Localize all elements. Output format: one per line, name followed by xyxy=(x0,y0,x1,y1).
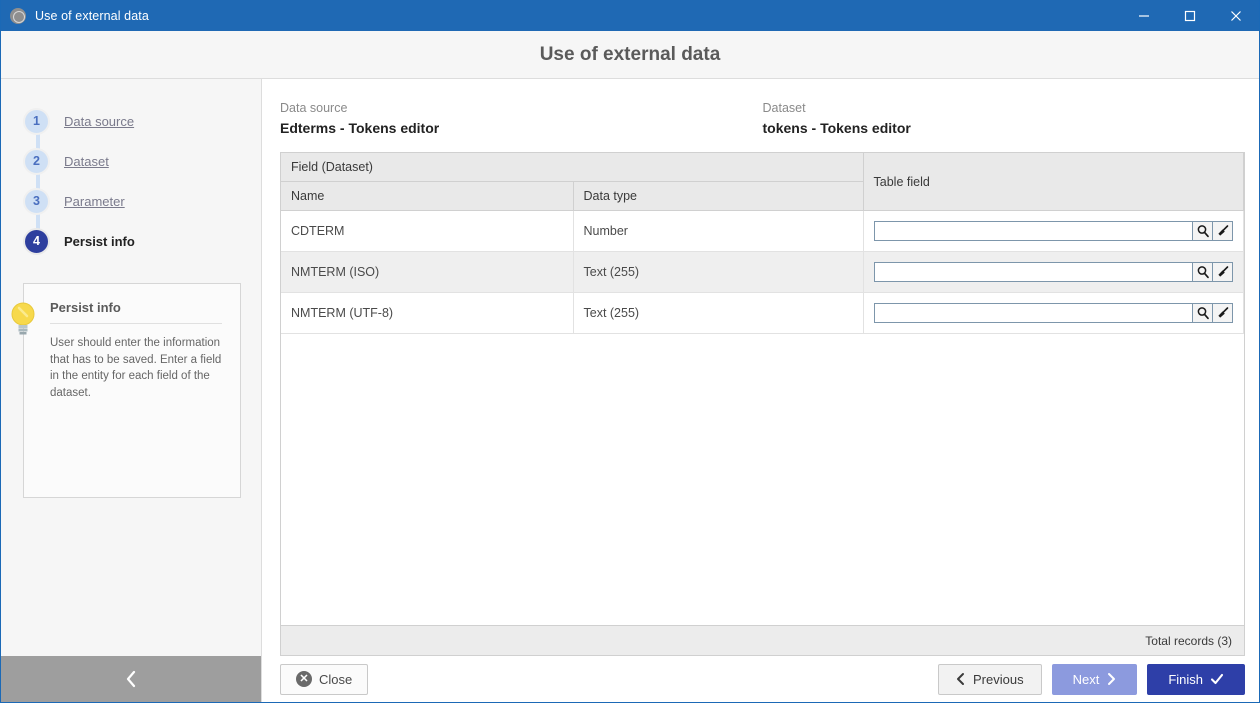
step-label-dataset[interactable]: Dataset xyxy=(64,154,109,169)
broom-icon xyxy=(1217,307,1228,318)
search-button[interactable] xyxy=(1193,262,1213,282)
sidebar-item-data-source[interactable]: 1 Data source xyxy=(23,101,261,153)
previous-button-label: Previous xyxy=(973,671,1024,687)
grid-footer: Total records (3) xyxy=(281,625,1244,655)
column-header-data-type: Data type xyxy=(573,181,864,211)
dialog-footer: ✕ Close Previous Next Finish xyxy=(262,656,1259,702)
info-card: Persist info User should enter the infor… xyxy=(23,283,241,498)
maximize-button[interactable] xyxy=(1167,0,1213,31)
table-header-row-group: Field (Dataset) Table field xyxy=(281,153,1245,211)
finish-button-label: Finish xyxy=(1168,671,1203,687)
cell-data-type: Number xyxy=(573,210,864,252)
table-field-input[interactable] xyxy=(873,262,1193,282)
minimize-button[interactable] xyxy=(1121,0,1167,31)
search-button[interactable] xyxy=(1193,221,1213,241)
column-group-field-dataset: Field (Dataset) xyxy=(281,153,864,182)
clear-button[interactable] xyxy=(1213,262,1233,282)
fields-table: Field (Dataset) Table field Name Data ty… xyxy=(281,153,1245,334)
broom-icon xyxy=(1217,225,1228,236)
minimize-icon xyxy=(1139,14,1149,17)
summary-datasource-label: Data source xyxy=(280,101,348,115)
table-field-control xyxy=(873,303,1233,323)
table-row[interactable]: NMTERM (UTF-8) Text (255) xyxy=(281,292,1245,334)
cell-table-field xyxy=(863,292,1245,334)
window-title: Use of external data xyxy=(35,8,149,23)
summary-datasource-value: Edterms - Tokens editor xyxy=(280,120,440,136)
info-card-text: User should enter the information that h… xyxy=(50,337,222,400)
sidebar-item-parameter[interactable]: 3 Parameter xyxy=(23,181,261,233)
close-button-label: Close xyxy=(319,671,353,687)
step-number-1: 1 xyxy=(23,107,50,135)
cell-data-type: Text (255) xyxy=(573,292,864,334)
dialog-header: Use of external data xyxy=(1,31,1259,79)
table-field-input[interactable] xyxy=(873,303,1193,323)
wizard-stepper: 1 Data source 2 Dataset 3 Parameter 4 Pe… xyxy=(1,79,261,261)
close-dialog-button[interactable]: ✕ Close xyxy=(280,663,369,695)
summary-bar: Data source Edterms - Tokens editor Data… xyxy=(262,79,1259,152)
table-field-control xyxy=(873,262,1233,282)
table-row[interactable]: NMTERM (ISO) Text (255) xyxy=(281,251,1245,293)
table-field-control xyxy=(873,221,1233,241)
page-title: Use of external data xyxy=(539,43,721,65)
check-icon xyxy=(1210,673,1224,685)
cell-table-field xyxy=(863,210,1245,252)
chevron-right-icon xyxy=(1108,673,1116,685)
step-number-2: 2 xyxy=(23,147,50,175)
table-row[interactable]: CDTERM Number xyxy=(281,210,1245,252)
step-label-parameter[interactable]: Parameter xyxy=(64,194,125,209)
cell-field-name: NMTERM (ISO) xyxy=(281,251,574,293)
info-card-title: Persist info xyxy=(50,300,222,324)
chevron-left-icon xyxy=(126,670,136,688)
title-bar: Use of external data xyxy=(1,0,1259,31)
chevron-left-icon xyxy=(957,673,964,685)
sidebar-collapse-button[interactable] xyxy=(1,656,261,702)
close-icon xyxy=(1231,10,1241,21)
sidebar: 1 Data source 2 Dataset 3 Parameter 4 Pe… xyxy=(1,79,262,702)
search-icon xyxy=(1197,266,1209,279)
cell-field-name: CDTERM xyxy=(281,210,574,252)
clear-button[interactable] xyxy=(1213,221,1233,241)
sidebar-item-dataset[interactable]: 2 Dataset xyxy=(23,141,261,193)
close-button[interactable] xyxy=(1213,0,1259,31)
broom-icon xyxy=(1217,266,1228,277)
step-label-persist-info: Persist info xyxy=(64,233,135,249)
grid-empty-space xyxy=(281,334,1244,625)
table-field-input[interactable] xyxy=(873,221,1193,241)
info-card-wrapper: Persist info User should enter the infor… xyxy=(11,283,241,498)
step-number-4: 4 xyxy=(23,227,50,255)
app-window: Use of external data Use of external dat… xyxy=(0,0,1260,703)
table-head: Field (Dataset) Table field Name Data ty… xyxy=(281,153,1245,211)
column-header-name: Name xyxy=(281,181,574,211)
summary-dataset: Dataset tokens - Tokens editor xyxy=(763,101,1246,136)
sidebar-item-persist-info[interactable]: 4 Persist info xyxy=(23,221,261,261)
maximize-icon xyxy=(1184,10,1196,21)
finish-button[interactable]: Finish xyxy=(1147,663,1245,695)
column-header-table-field: Table field xyxy=(863,153,1245,211)
total-records-label: Total records (3) xyxy=(1145,633,1232,648)
step-label-data-source[interactable]: Data source xyxy=(64,114,134,129)
cell-data-type: Text (255) xyxy=(573,251,864,293)
summary-dataset-label: Dataset xyxy=(762,101,806,115)
previous-button[interactable]: Previous xyxy=(938,663,1042,695)
fields-grid: Field (Dataset) Table field Name Data ty… xyxy=(280,152,1245,656)
search-icon xyxy=(1197,307,1209,320)
cell-field-name: NMTERM (UTF-8) xyxy=(281,292,574,334)
table-body: CDTERM Number NMTERM (ISO) Text (255) NM… xyxy=(281,210,1245,334)
search-icon xyxy=(1197,225,1209,238)
summary-dataset-value: tokens - Tokens editor xyxy=(762,120,911,136)
search-button[interactable] xyxy=(1193,303,1213,323)
clear-button[interactable] xyxy=(1213,303,1233,323)
main-content: Data source Edterms - Tokens editor Data… xyxy=(262,79,1259,702)
dialog-body: 1 Data source 2 Dataset 3 Parameter 4 Pe… xyxy=(1,79,1259,702)
globe-icon xyxy=(10,7,26,24)
step-number-3: 3 xyxy=(23,187,50,215)
close-circle-icon: ✕ xyxy=(296,671,312,687)
next-button[interactable]: Next xyxy=(1051,663,1138,695)
cell-table-field xyxy=(863,251,1245,293)
next-button-label: Next xyxy=(1072,671,1100,687)
summary-datasource: Data source Edterms - Tokens editor xyxy=(280,101,763,136)
lightbulb-icon xyxy=(11,302,35,335)
